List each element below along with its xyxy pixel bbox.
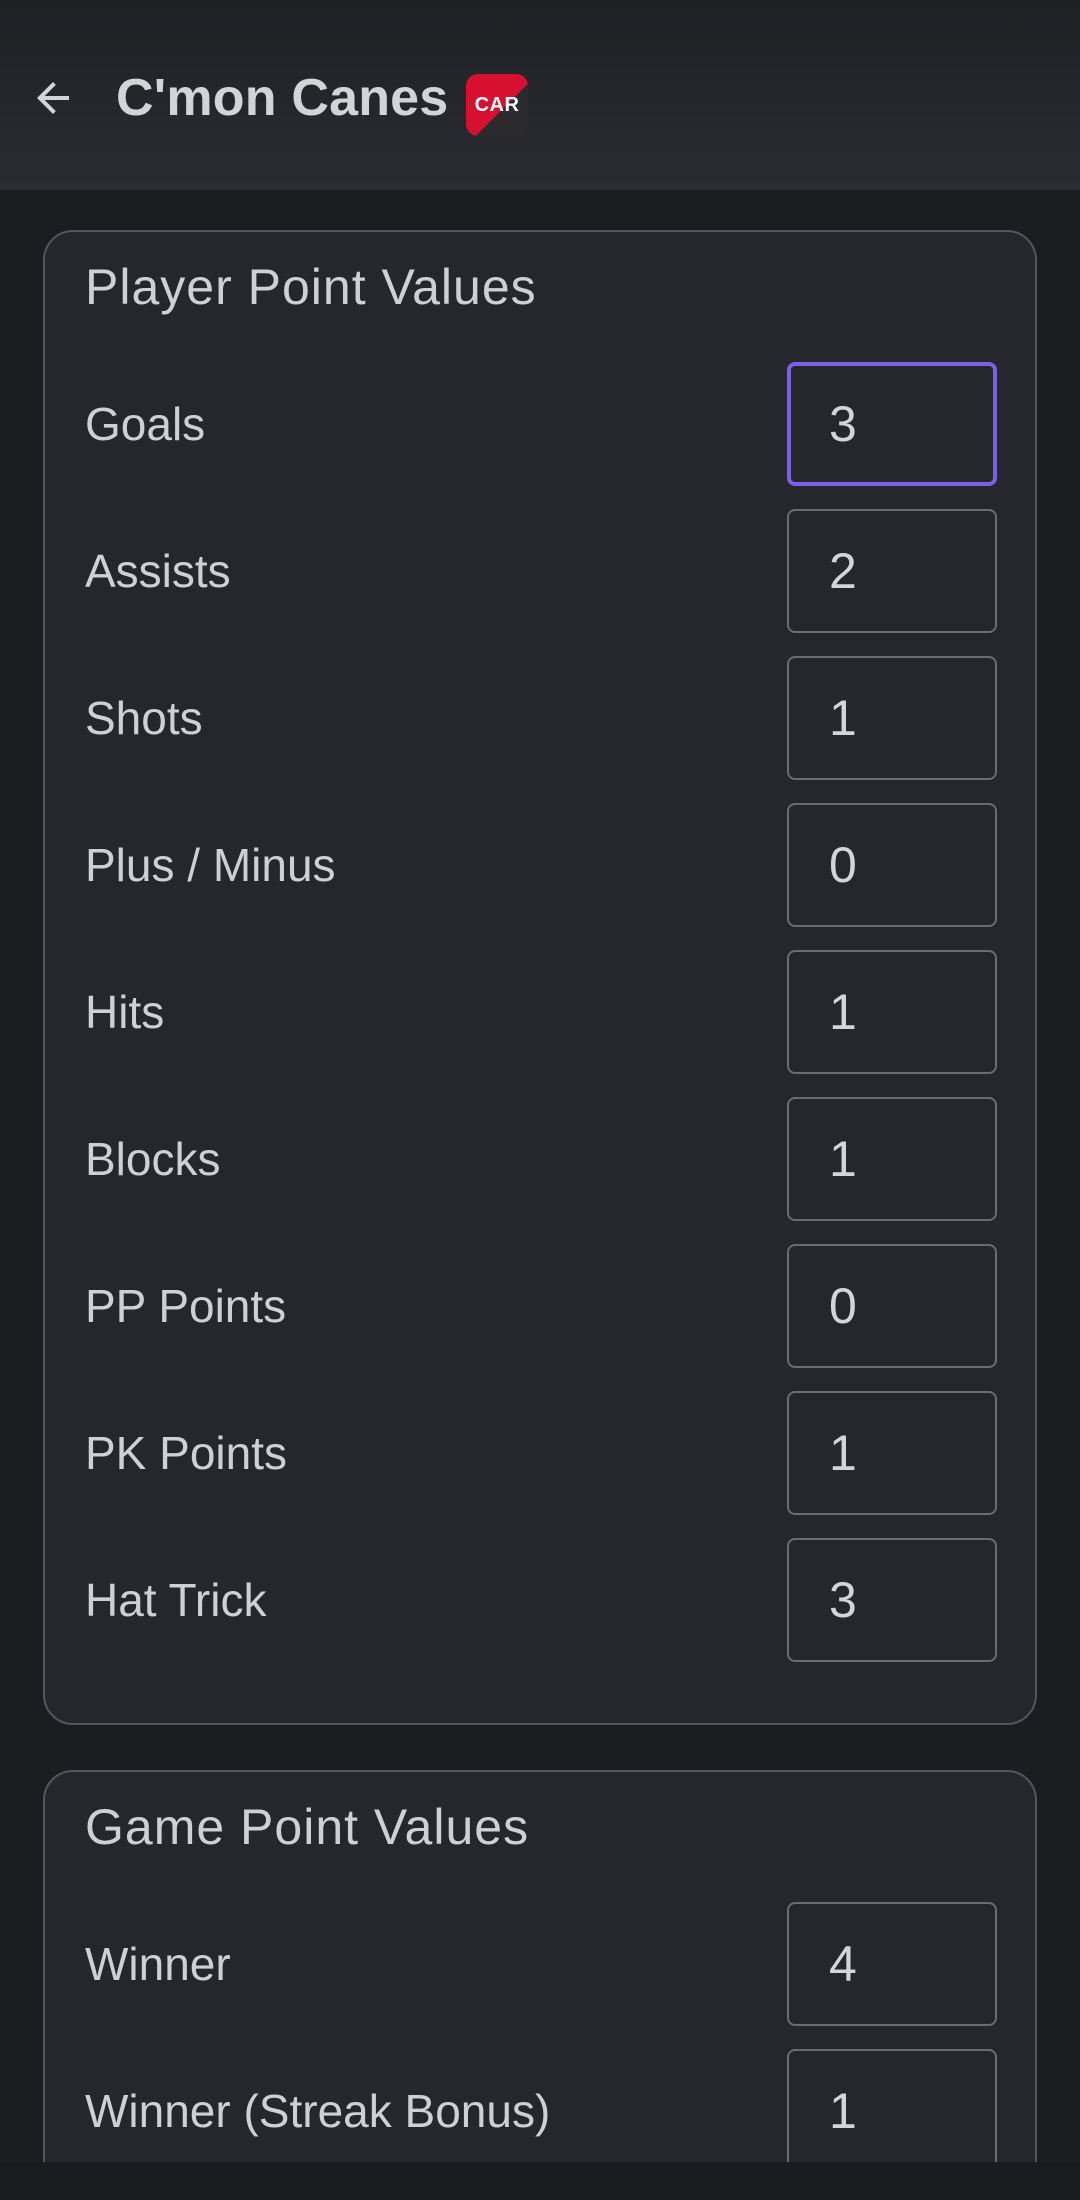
shots-input[interactable]: [787, 656, 997, 780]
setting-row-blocks: Blocks: [45, 1097, 1035, 1221]
setting-row-hat-trick: Hat Trick: [45, 1538, 1035, 1662]
setting-row-winner: Winner: [45, 1902, 1035, 2026]
setting-row-winner-streak-bonus: Winner (Streak Bonus): [45, 2049, 1035, 2162]
setting-label: Plus / Minus: [85, 839, 336, 891]
setting-label: Hat Trick: [85, 1574, 267, 1626]
app-bar: C'mon Canes CAR: [0, 0, 1080, 190]
winner-streak-bonus-input[interactable]: [787, 2049, 997, 2162]
setting-label: Goals: [85, 398, 206, 450]
setting-row-plus-minus: Plus / Minus: [45, 803, 1035, 927]
setting-label: Shots: [85, 692, 203, 744]
game-point-values-card: Game Point Values Winner Winner (Streak …: [43, 1770, 1037, 2162]
settings-content[interactable]: Player Point Values Goals Assists Shots …: [0, 190, 1080, 2162]
game-section-title: Game Point Values: [85, 1799, 530, 1855]
setting-row-pk-points: PK Points: [45, 1391, 1035, 1515]
setting-row-shots: Shots: [45, 656, 1035, 780]
setting-label: Winner (Streak Bonus): [85, 2085, 551, 2137]
setting-row-pp-points: PP Points: [45, 1244, 1035, 1368]
setting-row-assists: Assists: [45, 509, 1035, 633]
blocks-input[interactable]: [787, 1097, 997, 1221]
winner-input[interactable]: [787, 1902, 997, 2026]
setting-label: Hits: [85, 986, 165, 1038]
player-point-values-card: Player Point Values Goals Assists Shots …: [43, 230, 1037, 1725]
page-title: C'mon Canes: [116, 69, 449, 127]
setting-label: Assists: [85, 545, 231, 597]
setting-label: PK Points: [85, 1427, 287, 1479]
team-logo: CAR: [466, 74, 528, 136]
assists-input[interactable]: [787, 509, 997, 633]
pp-points-input[interactable]: [787, 1244, 997, 1368]
setting-label: PP Points: [85, 1280, 287, 1332]
back-button[interactable]: [22, 67, 84, 129]
hat-trick-input[interactable]: [787, 1538, 997, 1662]
bottom-edge: [0, 2162, 1080, 2200]
goals-input[interactable]: [787, 362, 997, 486]
plus-minus-input[interactable]: [787, 803, 997, 927]
pk-points-input[interactable]: [787, 1391, 997, 1515]
setting-row-goals: Goals: [45, 362, 1035, 486]
arrow-left-icon: [37, 82, 69, 114]
setting-label: Winner: [85, 1938, 231, 1990]
hits-input[interactable]: [787, 950, 997, 1074]
player-section-title: Player Point Values: [85, 259, 537, 315]
setting-row-hits: Hits: [45, 950, 1035, 1074]
team-logo-text: CAR: [474, 93, 520, 116]
setting-label: Blocks: [85, 1133, 221, 1185]
